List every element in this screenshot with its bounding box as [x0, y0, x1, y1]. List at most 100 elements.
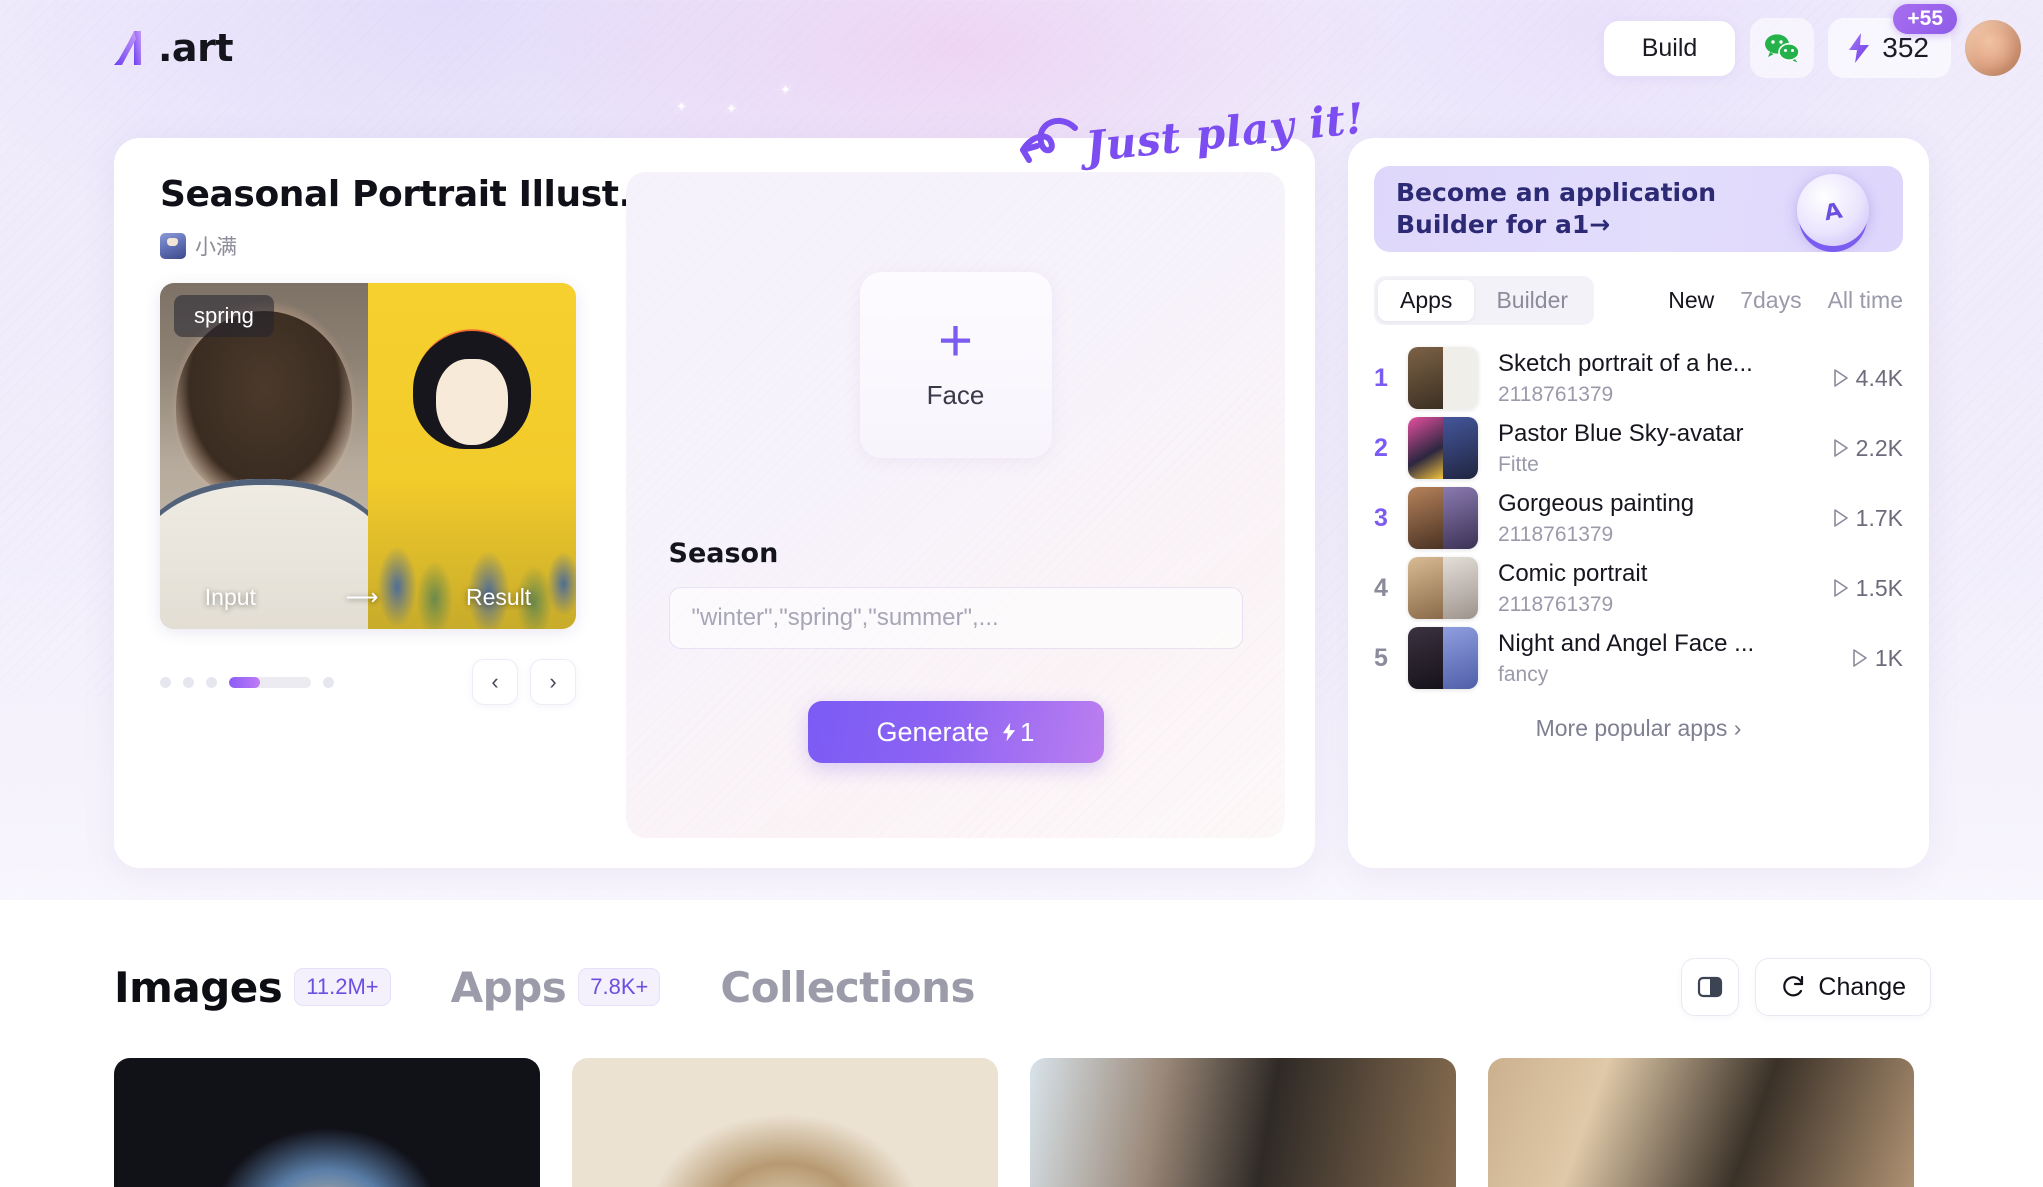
app-title: Night and Angel Face ...	[1498, 629, 1755, 657]
gallery-card[interactable]	[1488, 1058, 1914, 1187]
play-count: 4.4K	[1833, 365, 1903, 392]
rank-number: 2	[1374, 433, 1388, 462]
wechat-icon	[1765, 34, 1801, 63]
app-thumbnail	[1408, 417, 1478, 479]
app-title: Pastor Blue Sky-avatar	[1498, 419, 1744, 447]
play-count-value: 1.7K	[1855, 504, 1903, 531]
top-header: .art Build 352 +55	[0, 0, 2043, 96]
carousel-controls: ‹ ›	[160, 659, 576, 705]
input-label: Input	[204, 584, 256, 610]
list-item[interactable]: 5 Night and Angel Face ... fancy 1K	[1374, 623, 1903, 693]
a-logo-mark-icon	[114, 31, 141, 65]
carousel-progress[interactable]	[229, 676, 311, 688]
sparkle-decor: ✦	[676, 99, 687, 114]
face-upload-button[interactable]: + Face	[859, 272, 1052, 458]
lightning-bolt-icon	[1849, 33, 1870, 63]
credits-button[interactable]: 352 +55	[1828, 4, 1957, 78]
coin-medallion-icon: ᴀ	[1797, 174, 1869, 246]
tab-images-badge: 11.2M+	[294, 968, 391, 1006]
season-input[interactable]	[668, 587, 1243, 649]
popular-apps-list: 1 Sketch portrait of a he... 2118761379 …	[1374, 343, 1903, 693]
wechat-button[interactable]	[1750, 18, 1815, 78]
credits-amount: 352	[1882, 32, 1929, 63]
more-popular-apps-link[interactable]: More popular apps ›	[1374, 715, 1903, 742]
generate-cost-value: 1	[1020, 716, 1035, 747]
builder-banner-text: Become an application Builder for a1→	[1396, 178, 1717, 239]
header-actions: Build 352 +55	[1602, 4, 2021, 78]
rank-number: 4	[1374, 573, 1388, 602]
play-count-value: 1K	[1874, 644, 1903, 671]
play-triangle-icon	[1833, 439, 1848, 457]
play-triangle-icon	[1833, 369, 1848, 387]
list-item[interactable]: 3 Gorgeous painting 2118761379 1.7K	[1374, 483, 1903, 553]
carousel-dot[interactable]	[206, 676, 217, 688]
tab-collections-label: Collections	[720, 962, 975, 1012]
tab-images[interactable]: Images 11.2M+	[114, 963, 391, 1012]
sidebar-tabs: Apps Builder	[1374, 276, 1595, 325]
app-author: 2118761379	[1498, 592, 1614, 616]
carousel-dot[interactable]	[323, 676, 334, 688]
generate-label: Generate	[876, 716, 990, 747]
transform-arrow-icon: ⟶	[345, 584, 378, 610]
tab-builder[interactable]: Builder	[1474, 280, 1590, 321]
app-thumbnail	[1408, 487, 1478, 549]
refresh-icon	[1783, 975, 1804, 997]
app-logo[interactable]: .art	[110, 25, 233, 71]
play-triangle-icon	[1833, 509, 1848, 527]
season-field-group: Season	[668, 538, 1243, 649]
plus-icon: +	[937, 306, 974, 374]
page-title: Seasonal Portrait Illust...	[160, 174, 659, 215]
carousel-dots	[160, 676, 217, 688]
play-count: 1K	[1852, 645, 1903, 672]
app-author: Fitte	[1498, 452, 1539, 476]
season-tag: spring	[174, 295, 274, 337]
sidebar-filters: New 7days All time	[1668, 287, 1903, 314]
generate-button[interactable]: Generate 1	[807, 701, 1104, 763]
list-item[interactable]: 4 Comic portrait 2118761379 1.5K	[1374, 553, 1903, 623]
before-after-preview[interactable]: spring Input ⟶ Result	[160, 283, 576, 629]
play-count-value: 4.4K	[1855, 364, 1903, 391]
filter-7days[interactable]: 7days	[1740, 287, 1801, 314]
gallery-card[interactable]	[114, 1058, 540, 1187]
app-thumbnail	[1408, 627, 1478, 689]
season-field-label: Season	[668, 538, 779, 569]
change-button[interactable]: Change	[1755, 958, 1931, 1016]
carousel-prev-button[interactable]: ‹	[472, 659, 518, 705]
builder-banner[interactable]: Become an application Builder for a1→ ᴀ	[1374, 166, 1903, 252]
filter-all-time[interactable]: All time	[1828, 287, 1903, 314]
hero-preview-pane: Seasonal Portrait Illust... 小满 spring In…	[114, 138, 659, 868]
face-upload-label: Face	[926, 379, 985, 410]
list-item[interactable]: 1 Sketch portrait of a he... 2118761379 …	[1374, 343, 1903, 413]
browse-section: Images 11.2M+ Apps 7.8K+ Collections Cha…	[0, 900, 2043, 1187]
app-info: Gorgeous painting 2118761379	[1498, 490, 1819, 547]
layout-toggle-button[interactable]	[1681, 958, 1740, 1016]
play-triangle-icon	[1833, 579, 1848, 597]
sidebar-tabs-row: Apps Builder New 7days All time	[1374, 276, 1903, 325]
build-button[interactable]: Build	[1602, 19, 1737, 77]
app-author: fancy	[1498, 662, 1549, 686]
tab-apps-badge: 7.8K+	[578, 968, 661, 1006]
play-count: 1.5K	[1833, 575, 1903, 602]
author-row[interactable]: 小满	[160, 231, 590, 261]
user-avatar[interactable]	[1965, 20, 2021, 76]
carousel-nav: ‹ ›	[472, 659, 576, 705]
change-label: Change	[1818, 972, 1906, 1001]
sidebar-panel: Become an application Builder for a1→ ᴀ …	[1348, 138, 1929, 868]
play-count-value: 1.5K	[1855, 574, 1903, 601]
carousel-dot[interactable]	[183, 676, 194, 688]
play-count: 2.2K	[1833, 435, 1903, 462]
carousel-dot[interactable]	[160, 676, 171, 688]
tab-apps[interactable]: Apps 7.8K+	[451, 963, 661, 1012]
sparkle-decor: ✦	[726, 101, 737, 116]
gallery-card[interactable]	[1030, 1058, 1456, 1187]
lightning-bolt-icon	[1002, 722, 1016, 742]
app-info: Sketch portrait of a he... 2118761379	[1498, 350, 1819, 407]
tab-apps[interactable]: Apps	[1378, 280, 1475, 321]
app-title: Gorgeous painting	[1498, 489, 1695, 517]
carousel-next-button[interactable]: ›	[530, 659, 576, 705]
list-item[interactable]: 2 Pastor Blue Sky-avatar Fitte 2.2K	[1374, 413, 1903, 483]
gallery-card[interactable]	[572, 1058, 998, 1187]
filter-new[interactable]: New	[1668, 287, 1714, 314]
tab-collections[interactable]: Collections	[720, 963, 975, 1012]
rank-number: 5	[1374, 643, 1388, 672]
